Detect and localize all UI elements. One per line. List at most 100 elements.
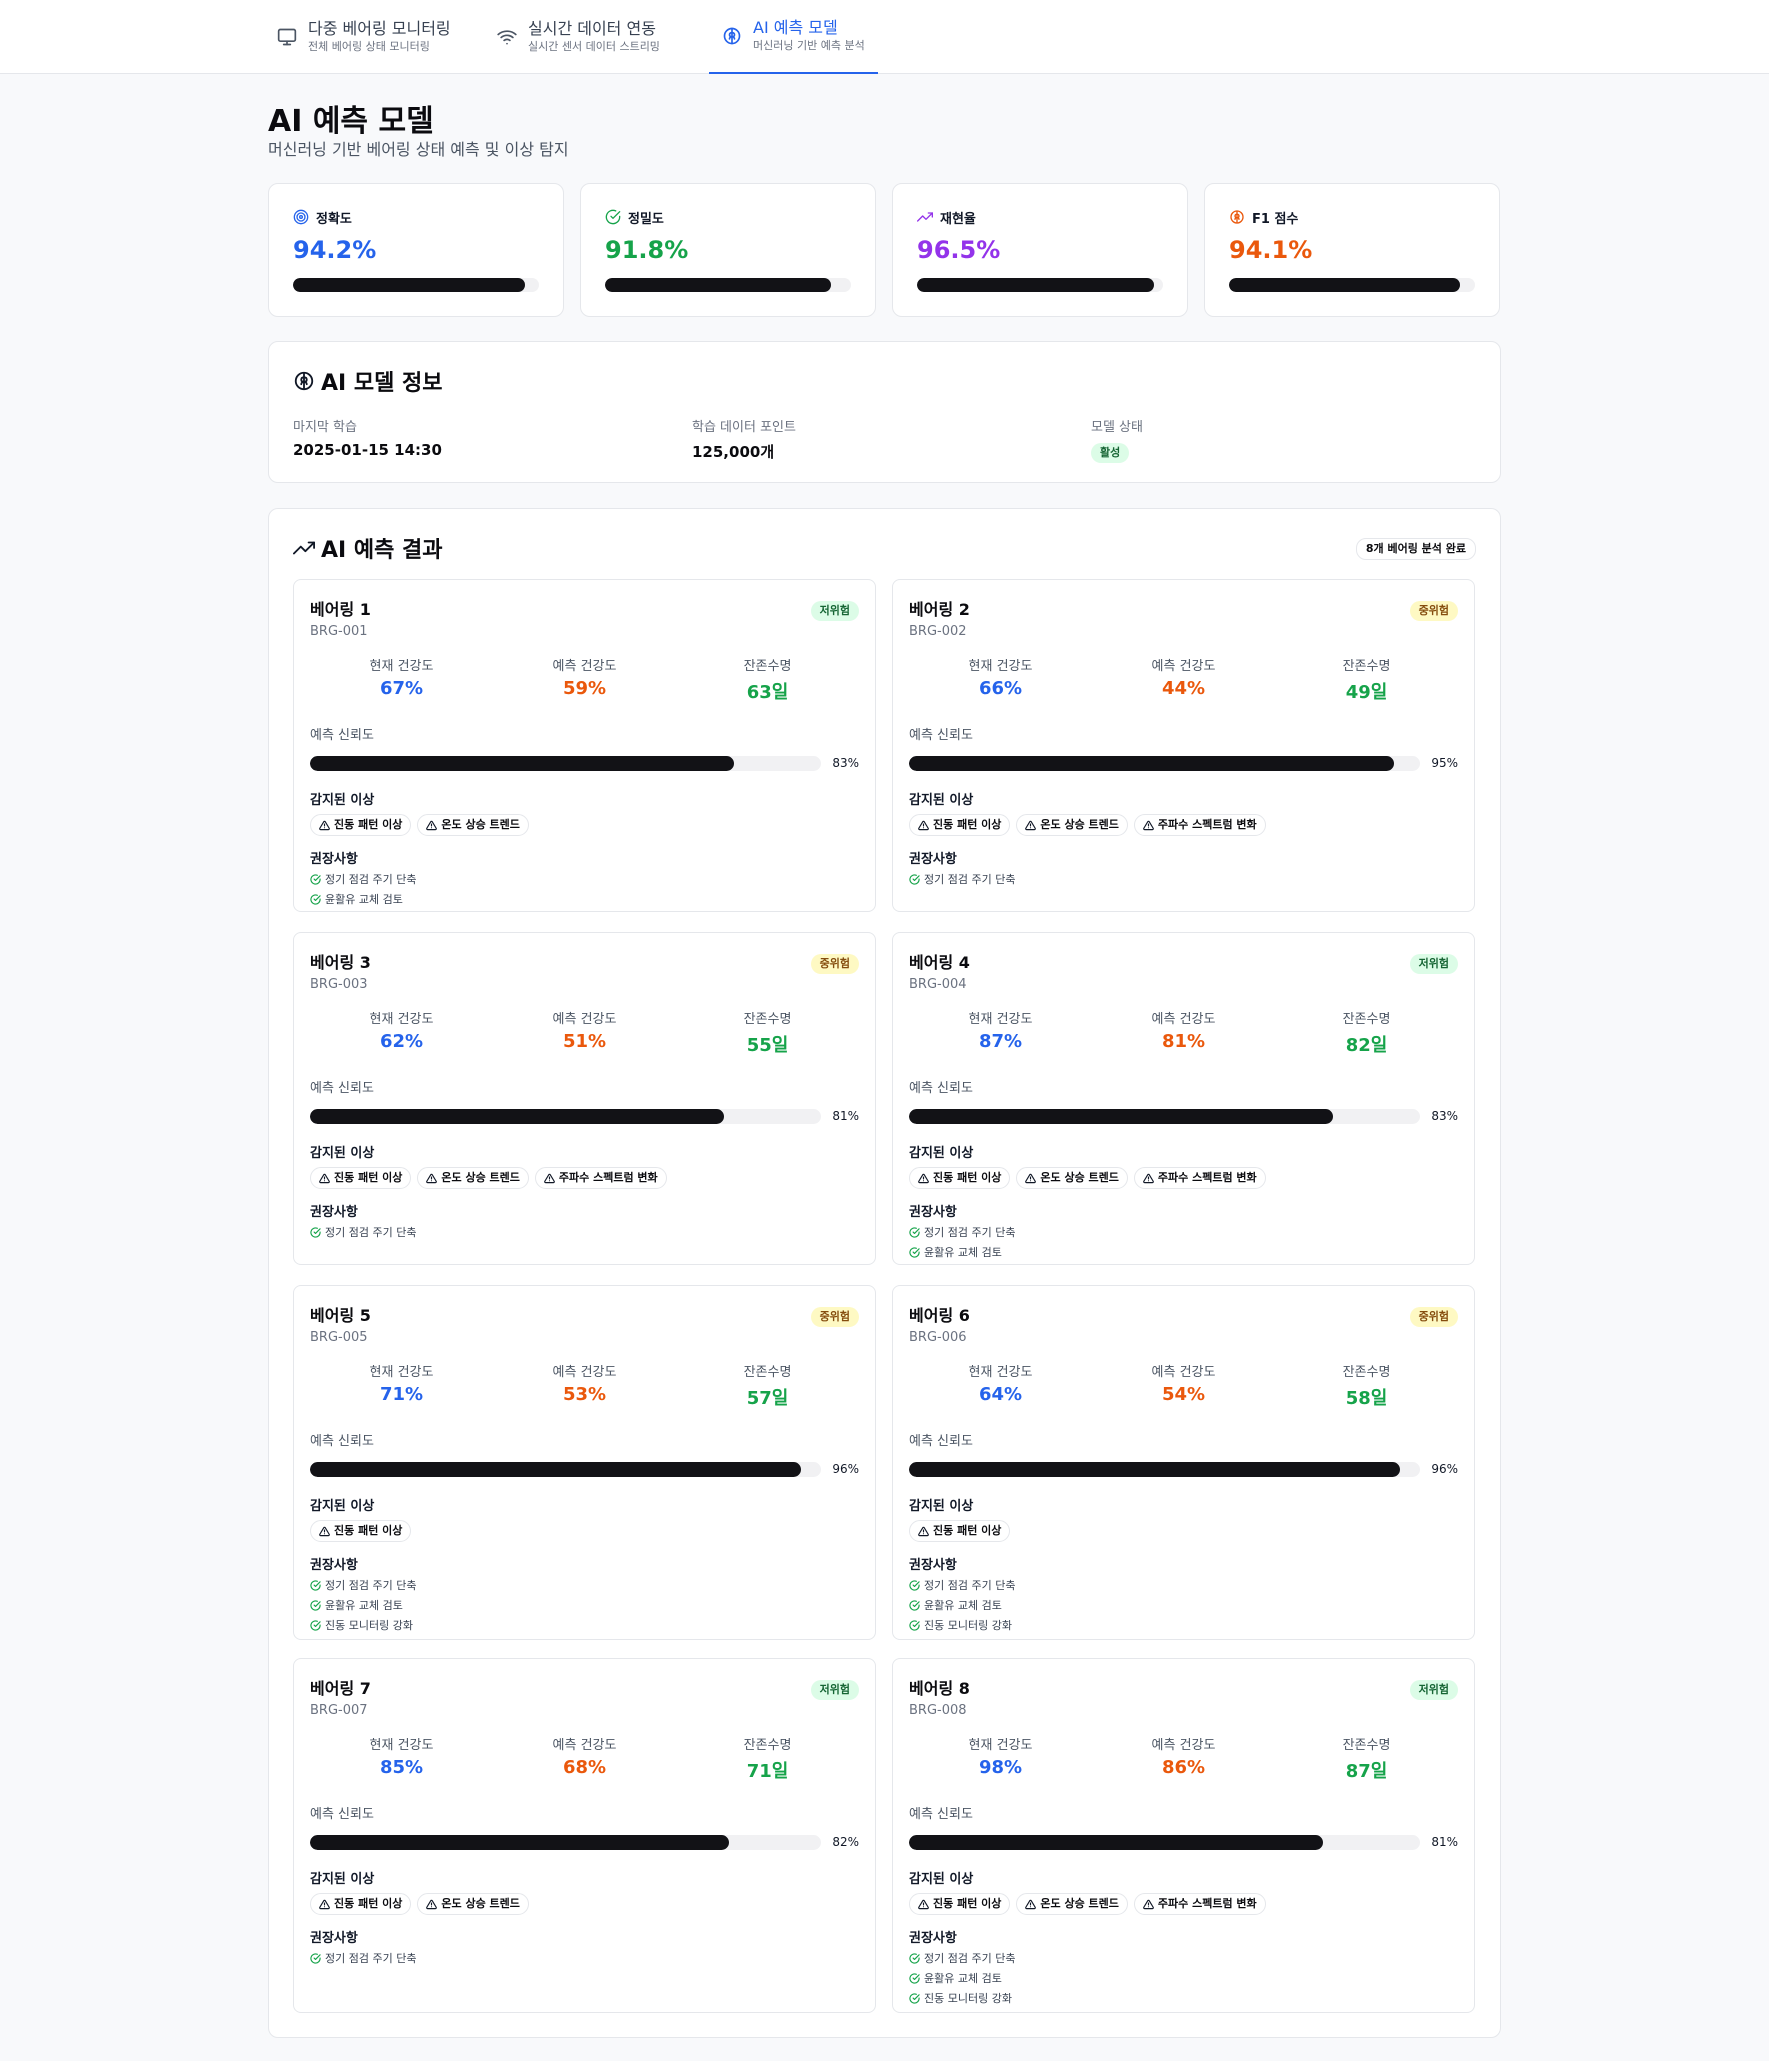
current-health-label: 현재 건강도 <box>369 1738 434 1753</box>
confidence-label: 예측 신뢰도 <box>310 1434 374 1449</box>
check-circle-icon <box>909 1599 920 1611</box>
bearing-code: BRG-001 <box>310 624 368 639</box>
recommendation-label: 윤활유 교체 검토 <box>924 1599 1002 1612</box>
recommendation-item: 윤활유 교체 검토 <box>909 1595 1458 1615</box>
alert-triangle-icon <box>1025 1173 1037 1183</box>
tab-ai-prediction-model[interactable]: AI 예측 모델 머신러닝 기반 예측 분석 <box>709 0 878 74</box>
bearing-name: 베어링 5 <box>310 1306 371 1325</box>
remaining-life-value: 49일 <box>1345 682 1388 703</box>
confidence-fill <box>909 1461 1400 1477</box>
anomaly-label: 진동 패턴 이상 <box>334 1897 403 1910</box>
recommendation-label: 진동 모니터링 강화 <box>325 1619 413 1632</box>
current-health-value: 71% <box>379 1384 424 1405</box>
target-icon <box>293 209 309 225</box>
remaining-life-value: 63일 <box>746 682 789 703</box>
alert-triangle-icon <box>544 1173 555 1183</box>
training-data-points: 학습 데이터 포인트 125,000개 <box>692 416 796 462</box>
anomalies-title: 감지된 이상 <box>909 1499 974 1514</box>
brain-icon <box>721 25 743 47</box>
check-circle-icon <box>310 893 321 905</box>
current-health-label: 현재 건강도 <box>369 1365 434 1380</box>
last-training: 마지막 학습 2025-01-15 14:30 <box>293 416 442 459</box>
tab-multi-bearing-monitoring[interactable]: 다중 베어링 모니터링 전체 베어링 상태 모니터링 <box>264 0 463 74</box>
recommendations-title: 권장사항 <box>909 1931 957 1946</box>
confidence-bar <box>310 755 821 771</box>
anomaly-list: 진동 패턴 이상 온도 상승 트렌드 주파수 스펙트럼 변화 <box>909 1167 1458 1189</box>
tab-title: AI 예측 모델 <box>753 18 838 37</box>
metric-label: 정밀도 <box>628 211 664 227</box>
recommendation-list: 정기 점검 주기 단축 윤활유 교체 검토 <box>310 869 859 909</box>
anomaly-tag: 온도 상승 트렌드 <box>1016 1893 1128 1915</box>
anomaly-tag: 주파수 스펙트럼 변화 <box>1133 1167 1266 1189</box>
anomaly-tag: 주파수 스펙트럼 변화 <box>1133 814 1266 836</box>
anomaly-tag: 진동 패턴 이상 <box>310 1167 412 1189</box>
bearing-code: BRG-007 <box>310 1703 368 1718</box>
model-status: 모델 상태 활성 <box>1091 416 1143 463</box>
confidence-label: 예측 신뢰도 <box>909 1434 973 1449</box>
recommendation-item: 정기 점검 주기 단축 <box>909 1948 1458 1968</box>
metric-label: 재현율 <box>940 211 976 227</box>
bearing-name: 베어링 4 <box>909 953 970 972</box>
confidence-percent: 96% <box>832 1462 859 1476</box>
risk-badge: 중위험 <box>1409 601 1458 621</box>
check-circle-icon <box>310 1599 321 1611</box>
alert-triangle-icon <box>1143 1899 1154 1909</box>
bearing-card: 베어링 5 BRG-005 중위험 현재 건강도 71% 예측 건강도 53% 잔존수명 57일… <box>293 1285 876 1640</box>
check-circle-icon <box>909 1246 920 1258</box>
recommendation-label: 정기 점검 주기 단축 <box>924 1226 1016 1239</box>
anomaly-label: 온도 상승 트렌드 <box>441 818 520 831</box>
metric-value: 91.8% <box>605 236 689 264</box>
anomaly-list: 진동 패턴 이상 온도 상승 트렌드 <box>310 814 859 836</box>
confidence-fill <box>310 1108 724 1124</box>
anomaly-label: 온도 상승 트렌드 <box>441 1171 520 1184</box>
metric-progress-bar <box>917 278 1163 292</box>
confidence-bar <box>310 1108 821 1124</box>
current-health-value: 98% <box>978 1757 1023 1778</box>
brain-icon <box>293 370 315 392</box>
tab-realtime-data[interactable]: 실시간 데이터 연동 실시간 센서 데이터 스트리밍 <box>484 0 672 74</box>
predicted-health-label: 예측 건강도 <box>1151 659 1216 674</box>
confidence-fill <box>909 1834 1323 1850</box>
monitor-icon <box>276 26 298 48</box>
anomaly-tag: 온도 상승 트렌드 <box>417 1167 529 1189</box>
bearing-name: 베어링 7 <box>310 1679 371 1698</box>
anomalies-title: 감지된 이상 <box>909 1872 974 1887</box>
check-circle-icon <box>310 1619 321 1631</box>
anomaly-list: 진동 패턴 이상 온도 상승 트렌드 <box>310 1893 859 1915</box>
confidence-percent: 82% <box>832 1835 859 1849</box>
confidence-percent: 81% <box>1431 1835 1458 1849</box>
bearing-card: 베어링 7 BRG-007 저위험 현재 건강도 85% 예측 건강도 68% 잔존수명 71일… <box>293 1658 876 2013</box>
remaining-life-value: 87일 <box>1345 1761 1388 1782</box>
anomaly-tag: 온도 상승 트렌드 <box>1016 814 1128 836</box>
alert-triangle-icon <box>319 1899 330 1909</box>
alert-triangle-icon <box>918 1899 929 1909</box>
anomaly-list: 진동 패턴 이상 <box>310 1520 859 1542</box>
remaining-life-label: 잔존수명 <box>743 1365 792 1380</box>
bearing-code: BRG-004 <box>909 977 967 992</box>
current-health-label: 현재 건강도 <box>968 1365 1033 1380</box>
current-health-label: 현재 건강도 <box>968 1012 1033 1027</box>
remaining-life-value: 58일 <box>1345 1388 1388 1409</box>
predicted-health-label: 예측 건강도 <box>552 1738 617 1753</box>
confidence-percent: 83% <box>832 756 859 770</box>
recommendation-item: 진동 모니터링 강화 <box>909 1988 1458 2008</box>
confidence-bar <box>909 755 1420 771</box>
recommendation-label: 정기 점검 주기 단축 <box>325 1952 417 1965</box>
recommendation-label: 윤활유 교체 검토 <box>325 1599 403 1612</box>
confidence-percent: 96% <box>1431 1462 1458 1476</box>
remaining-life-label: 잔존수명 <box>1342 1365 1391 1380</box>
confidence-percent: 81% <box>832 1109 859 1123</box>
last-training-value: 2025-01-15 14:30 <box>293 441 442 459</box>
recommendation-item: 윤활유 교체 검토 <box>310 1595 859 1615</box>
trending-up-icon <box>293 537 315 559</box>
check-circle-icon <box>310 1579 321 1591</box>
anomalies-title: 감지된 이상 <box>909 1146 974 1161</box>
top-navigation: 다중 베어링 모니터링 전체 베어링 상태 모니터링 실시간 데이터 연동 실시… <box>0 0 1769 74</box>
risk-badge: 중위험 <box>810 954 859 974</box>
anomaly-list: 진동 패턴 이상 <box>909 1520 1458 1542</box>
bearing-code: BRG-008 <box>909 1703 967 1718</box>
anomaly-list: 진동 패턴 이상 온도 상승 트렌드 주파수 스펙트럼 변화 <box>310 1167 859 1189</box>
brain-icon <box>1229 209 1245 225</box>
anomaly-label: 주파수 스펙트럼 변화 <box>1157 1897 1257 1910</box>
data-points-value: 125,000개 <box>692 443 775 461</box>
